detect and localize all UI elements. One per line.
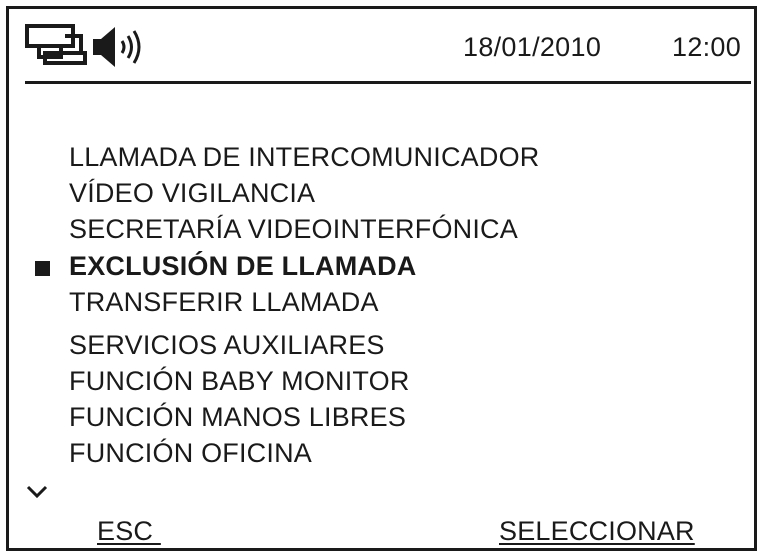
esc-softkey[interactable]: ESC <box>97 515 161 547</box>
menu-item-funcion-manos-libres[interactable]: FUNCIÓN MANOS LIBRES <box>69 401 406 433</box>
menu-item-video-vigilancia[interactable]: VÍDEO VIGILANCIA <box>69 177 315 209</box>
menu-item-transferir-llamada[interactable]: TRANSFERIR LLAMADA <box>69 286 379 318</box>
menu-item-servicios-auxiliares[interactable]: SERVICIOS AUXILIARES <box>69 329 385 361</box>
main-menu: LLAMADA DE INTERCOMUNICADOR VÍDEO VIGILA… <box>9 9 754 554</box>
select-softkey[interactable]: SELECCIONAR <box>499 515 695 547</box>
menu-item-secretaria-videointerfonica[interactable]: SECRETARÍA VIDEOINTERFÓNICA <box>69 213 518 245</box>
menu-item-funcion-oficina[interactable]: FUNCIÓN OFICINA <box>69 437 312 469</box>
screen-frame: 18/01/2010 12:00 LLAMADA DE INTERCOMUNIC… <box>6 6 757 551</box>
menu-item-exclusion-llamada[interactable]: EXCLUSIÓN DE LLAMADA <box>69 250 417 282</box>
menu-item-llamada-intercomunicador[interactable]: LLAMADA DE INTERCOMUNICADOR <box>69 141 539 173</box>
selection-marker <box>35 261 50 276</box>
chevron-down-icon[interactable] <box>25 483 49 501</box>
menu-item-funcion-baby-monitor[interactable]: FUNCIÓN BABY MONITOR <box>69 365 410 397</box>
